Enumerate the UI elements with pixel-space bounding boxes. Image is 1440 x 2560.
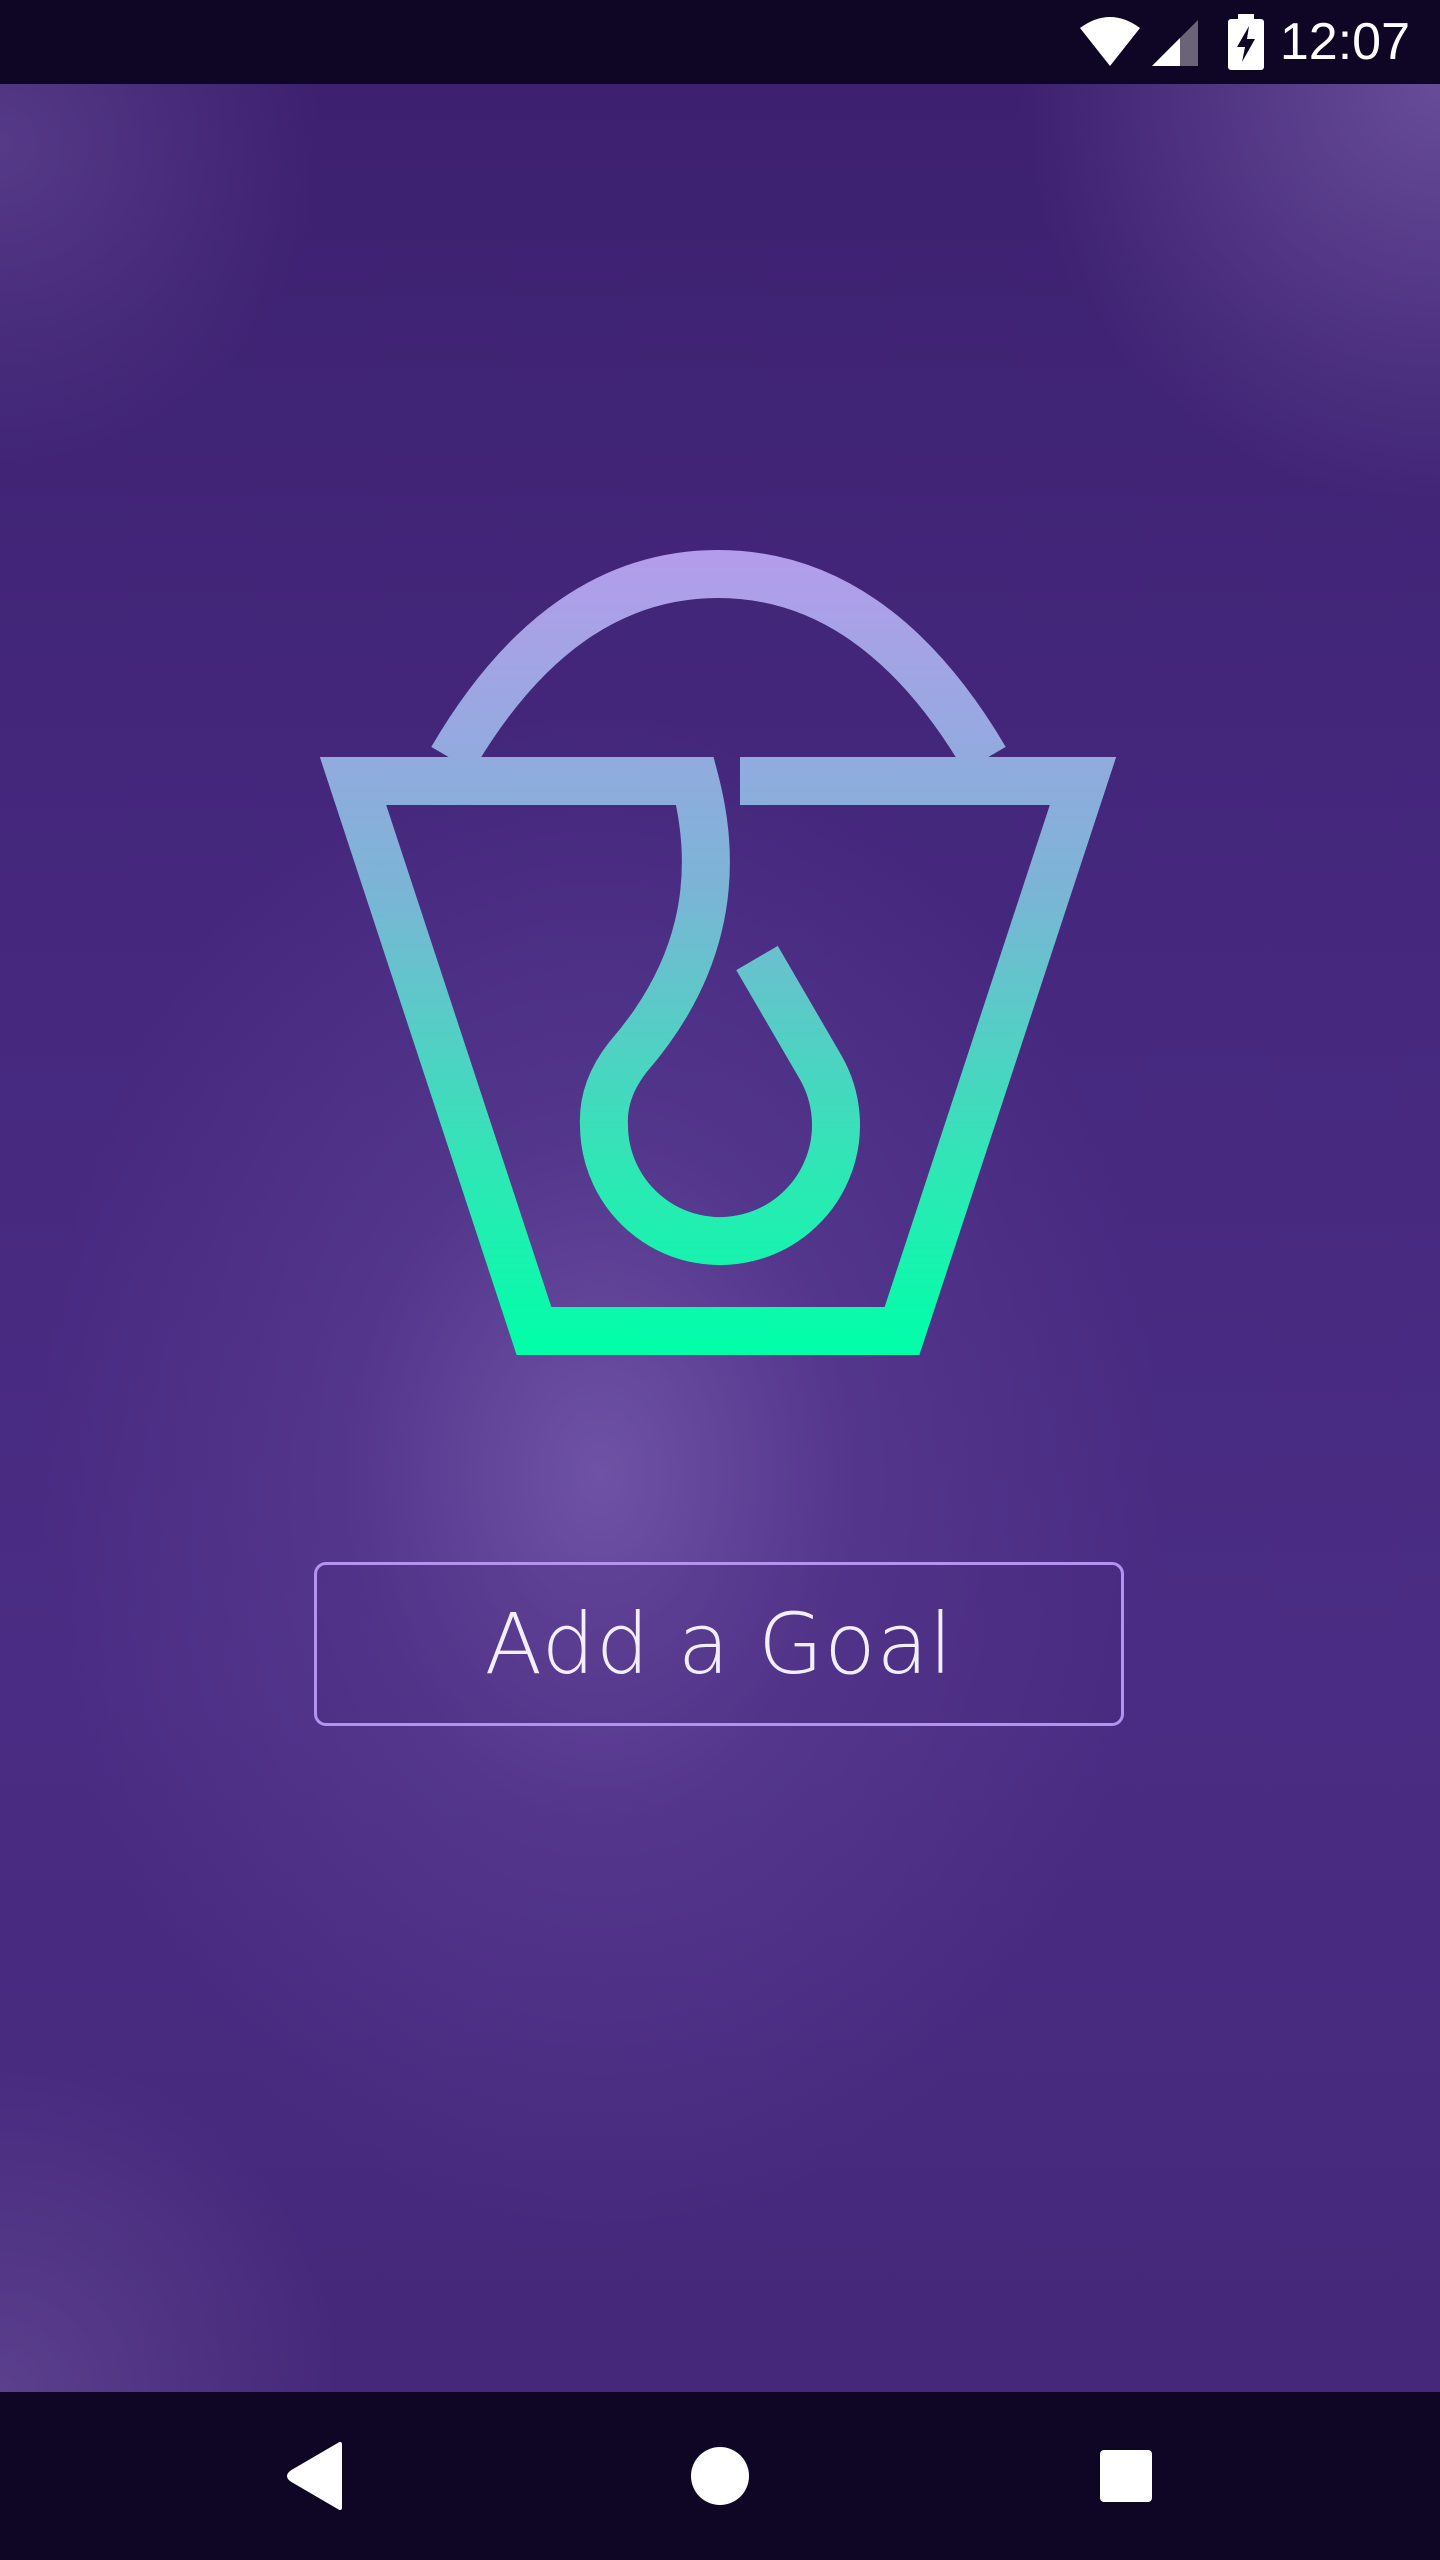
recents-icon[interactable] [1086,2436,1166,2516]
add-goal-button[interactable]: Add a Goal [314,1562,1124,1726]
back-icon[interactable] [278,2436,358,2516]
bucket-drop-logo [319,549,1117,1355]
main-content: Add a Goal [0,84,1440,2392]
battery-charging-icon [1228,14,1264,70]
status-time: 12:07 [1279,13,1410,71]
navigation-bar [0,2392,1440,2560]
goal-screen: 12:07 Add a Goal [0,0,1440,2560]
wifi-icon [1080,17,1140,66]
home-icon[interactable] [680,2436,760,2516]
add-goal-button-label: Add a Goal [484,1595,954,1693]
cell-signal-icon [1152,20,1198,66]
status-bar: 12:07 [0,0,1440,84]
